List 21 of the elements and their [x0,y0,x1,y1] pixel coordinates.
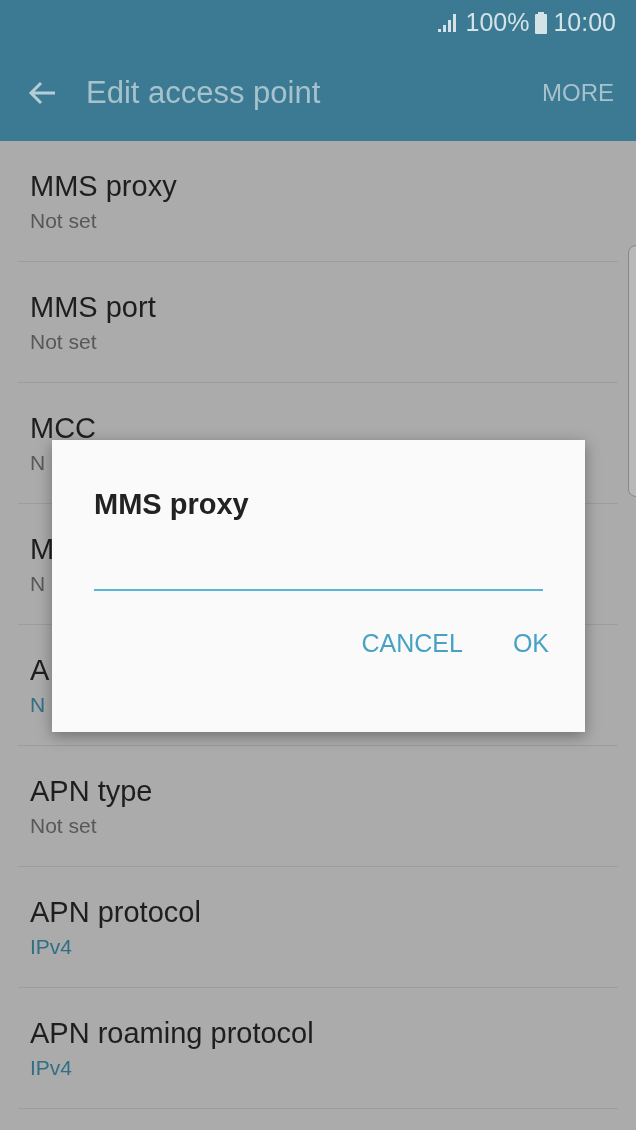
clock: 10:00 [553,8,616,37]
setting-value: Not set [30,208,97,233]
setting-title[interactable]: MMS port [30,290,156,324]
setting-title[interactable]: MMS proxy [30,169,177,203]
battery-icon [535,11,548,34]
screen-title: Edit access point [86,75,322,111]
setting-title[interactable]: APN roaming protocol [30,1016,314,1050]
setting-value: Not set [30,329,97,354]
setting-value: Not set [30,813,97,838]
dialog-title: MMS proxy [94,488,249,521]
setting-value: IPv4 [30,1055,73,1080]
setting-title[interactable]: APN type [30,774,153,808]
back-arrow-icon[interactable] [28,81,56,105]
setting-value: IPv4 [30,934,73,959]
battery-percentage: 100% [465,8,530,37]
setting-value: N [30,692,46,717]
signal-icon [437,12,458,33]
setting-value: N [30,571,46,596]
setting-value: N [30,450,46,475]
setting-title[interactable]: APN protocol [30,895,201,929]
setting-title[interactable]: A [30,653,50,687]
